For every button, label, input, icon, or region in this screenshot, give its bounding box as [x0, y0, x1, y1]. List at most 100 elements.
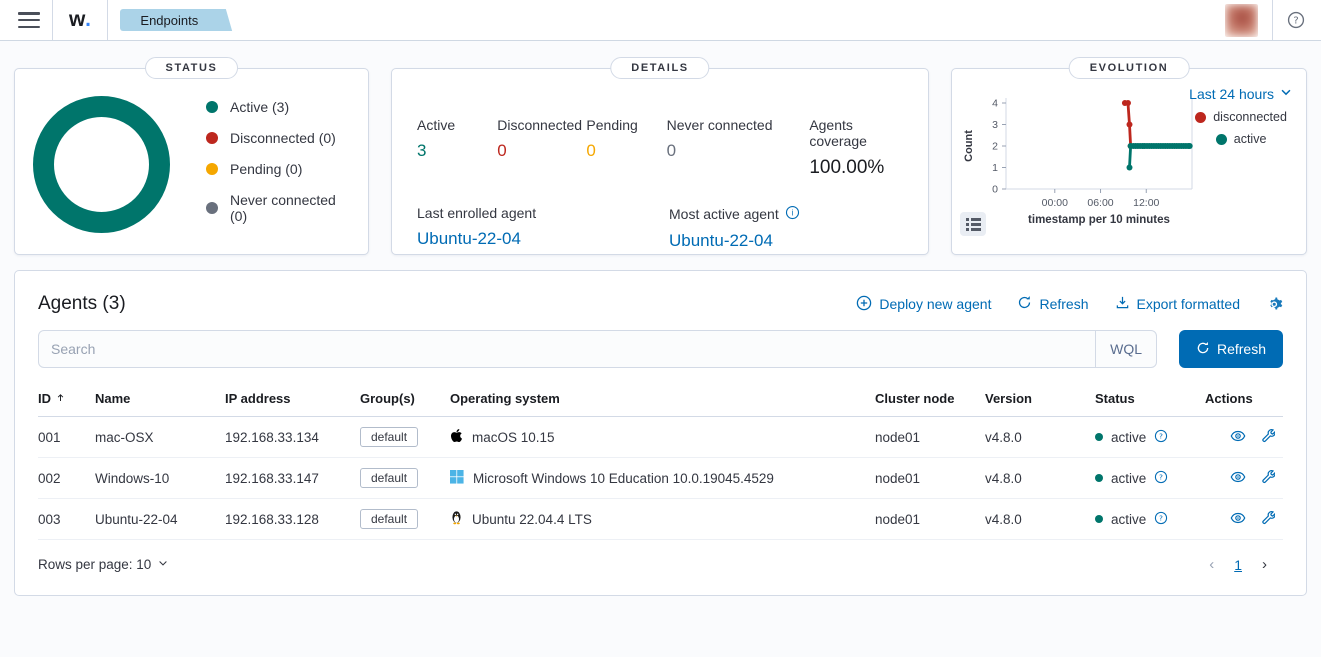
- legend-item-never-connected[interactable]: Never connected (0): [206, 192, 350, 224]
- status-badge: active?: [1095, 511, 1197, 528]
- legend-item-pending[interactable]: Pending (0): [206, 161, 350, 177]
- help-icon[interactable]: ?: [1287, 11, 1305, 29]
- cell-cluster-node: node01: [875, 498, 985, 540]
- search-input[interactable]: [39, 331, 1096, 367]
- status-help-icon[interactable]: ?: [1154, 429, 1168, 446]
- wazuh-logo[interactable]: w.: [53, 8, 107, 32]
- export-formatted-button[interactable]: Export formatted: [1115, 295, 1241, 313]
- page-number[interactable]: 1: [1234, 557, 1242, 573]
- svg-text:?: ?: [1159, 431, 1163, 440]
- view-agent-eye-icon[interactable]: [1230, 428, 1246, 447]
- refresh-button[interactable]: Refresh: [1179, 330, 1283, 368]
- chevron-down-icon: [157, 557, 169, 572]
- svg-text:?: ?: [1159, 513, 1163, 522]
- status-donut-chart[interactable]: [33, 96, 170, 233]
- stat-active: Active 3: [417, 117, 497, 179]
- manage-agent-wrench-icon[interactable]: [1260, 469, 1276, 487]
- cell-os: Ubuntu 22.04.4 LTS: [472, 511, 592, 527]
- last-enrolled-agent: Last enrolled agent Ubuntu-22-04: [417, 205, 669, 251]
- divider: [1272, 0, 1273, 40]
- logo-text: w: [69, 8, 86, 31]
- disconnected-dot: [206, 132, 218, 144]
- cell-name[interactable]: Ubuntu-22-04: [95, 498, 225, 540]
- last-enrolled-link[interactable]: Ubuntu-22-04: [417, 229, 669, 249]
- avatar[interactable]: [1225, 3, 1258, 37]
- windows-icon: [450, 469, 464, 487]
- column-label: ID: [38, 391, 51, 406]
- pending-dot: [206, 163, 218, 175]
- column-header-os[interactable]: Operating system: [450, 385, 875, 417]
- stat-agents-coverage: Agents coverage 100.00%: [809, 117, 903, 179]
- manage-agent-wrench-icon[interactable]: [1260, 428, 1276, 446]
- action-label: Export formatted: [1136, 296, 1241, 312]
- view-agent-eye-icon[interactable]: [1230, 510, 1246, 529]
- stat-label: Never connected: [666, 117, 773, 133]
- status-legend: Active (3) Disconnected (0) Pending (0) …: [206, 99, 350, 224]
- group-badge[interactable]: default: [360, 427, 419, 447]
- most-active-link[interactable]: Ubuntu-22-04: [669, 231, 800, 251]
- details-stats-row: Active 3 Disconnected 0 Pending 0 Never …: [417, 117, 903, 179]
- status-label: active: [1111, 511, 1147, 527]
- active-dot: [1215, 133, 1227, 145]
- evo-legend-disconnected[interactable]: disconnected: [1195, 110, 1287, 124]
- logo-dot: .: [85, 8, 92, 31]
- menu-hamburger-icon[interactable]: [18, 12, 40, 28]
- cell-version: v4.8.0: [985, 498, 1095, 540]
- deploy-new-agent-button[interactable]: Deploy new agent: [856, 295, 991, 314]
- table-row: 002 Windows-10 192.168.33.147 default Mi…: [38, 457, 1283, 499]
- cell-name[interactable]: Windows-10: [95, 457, 225, 499]
- svg-text:i: i: [791, 208, 793, 217]
- chart-legend-toggle-icon[interactable]: [960, 212, 986, 236]
- stat-disconnected: Disconnected 0: [497, 117, 586, 179]
- download-icon: [1115, 295, 1130, 313]
- group-badge[interactable]: default: [360, 468, 419, 488]
- linux-icon: [450, 510, 463, 528]
- table-settings-gear-icon[interactable]: [1266, 296, 1283, 313]
- column-header-name[interactable]: Name: [95, 385, 225, 417]
- previous-page-chevron-icon[interactable]: ‹: [1209, 556, 1214, 573]
- stat-value: 0: [666, 141, 677, 160]
- evolution-line-chart[interactable]: 0 1 2 3 4 00:00 06:00 12:00 Count timestamp per 1…: [962, 93, 1198, 227]
- evolution-card-title: EVOLUTION: [1068, 57, 1190, 79]
- rows-per-page-selector[interactable]: Rows per page: 10: [38, 557, 169, 572]
- legend-label: Pending (0): [230, 161, 303, 177]
- time-range-label: Last 24 hours: [1189, 85, 1274, 102]
- column-header-cluster-node[interactable]: Cluster node: [875, 385, 985, 417]
- top-navigation-bar: w. Endpoints ?: [0, 0, 1321, 41]
- legend-label: Disconnected (0): [230, 130, 336, 146]
- column-header-groups[interactable]: Group(s): [360, 385, 450, 417]
- agents-panel: Agents (3) Deploy new agent Refresh Expo…: [14, 270, 1307, 596]
- active-status-dot: [1095, 474, 1103, 482]
- status-help-icon[interactable]: ?: [1154, 470, 1168, 487]
- time-range-dropdown[interactable]: Last 24 hours: [1189, 85, 1293, 102]
- evo-legend-active[interactable]: active: [1215, 132, 1266, 146]
- cell-name[interactable]: mac-OSX: [95, 416, 225, 458]
- cell-os: Microsoft Windows 10 Education 10.0.1904…: [473, 470, 774, 486]
- next-page-chevron-icon[interactable]: ›: [1262, 556, 1267, 573]
- svg-text:?: ?: [1159, 472, 1163, 481]
- status-label: active: [1111, 470, 1147, 486]
- status-help-icon[interactable]: ?: [1154, 511, 1168, 528]
- tab-endpoints[interactable]: Endpoints: [120, 9, 225, 31]
- column-header-version[interactable]: Version: [985, 385, 1095, 417]
- last-enrolled-label: Last enrolled agent: [417, 205, 537, 221]
- stat-pending: Pending 0: [586, 117, 666, 179]
- legend-item-disconnected[interactable]: Disconnected (0): [206, 130, 350, 146]
- view-agent-eye-icon[interactable]: [1230, 469, 1246, 488]
- manage-agent-wrench-icon[interactable]: [1260, 510, 1276, 528]
- refresh-button-label: Refresh: [1216, 341, 1267, 357]
- status-badge: active?: [1095, 470, 1197, 487]
- sort-arrow-up-icon: [55, 391, 66, 406]
- svg-text:00:00: 00:00: [1042, 197, 1068, 209]
- stat-value: 0: [586, 141, 596, 160]
- column-header-id[interactable]: ID: [38, 385, 95, 417]
- query-language-button[interactable]: WQL: [1095, 331, 1156, 367]
- column-header-ip[interactable]: IP address: [225, 385, 360, 417]
- table-header-row: ID Name IP address Group(s) Operating sy…: [38, 385, 1283, 417]
- refresh-link-button[interactable]: Refresh: [1017, 295, 1089, 313]
- column-header-status[interactable]: Status: [1095, 385, 1205, 417]
- legend-item-active[interactable]: Active (3): [206, 99, 350, 115]
- cell-id: 003: [38, 498, 95, 540]
- info-icon[interactable]: i: [785, 205, 800, 223]
- group-badge[interactable]: default: [360, 509, 419, 529]
